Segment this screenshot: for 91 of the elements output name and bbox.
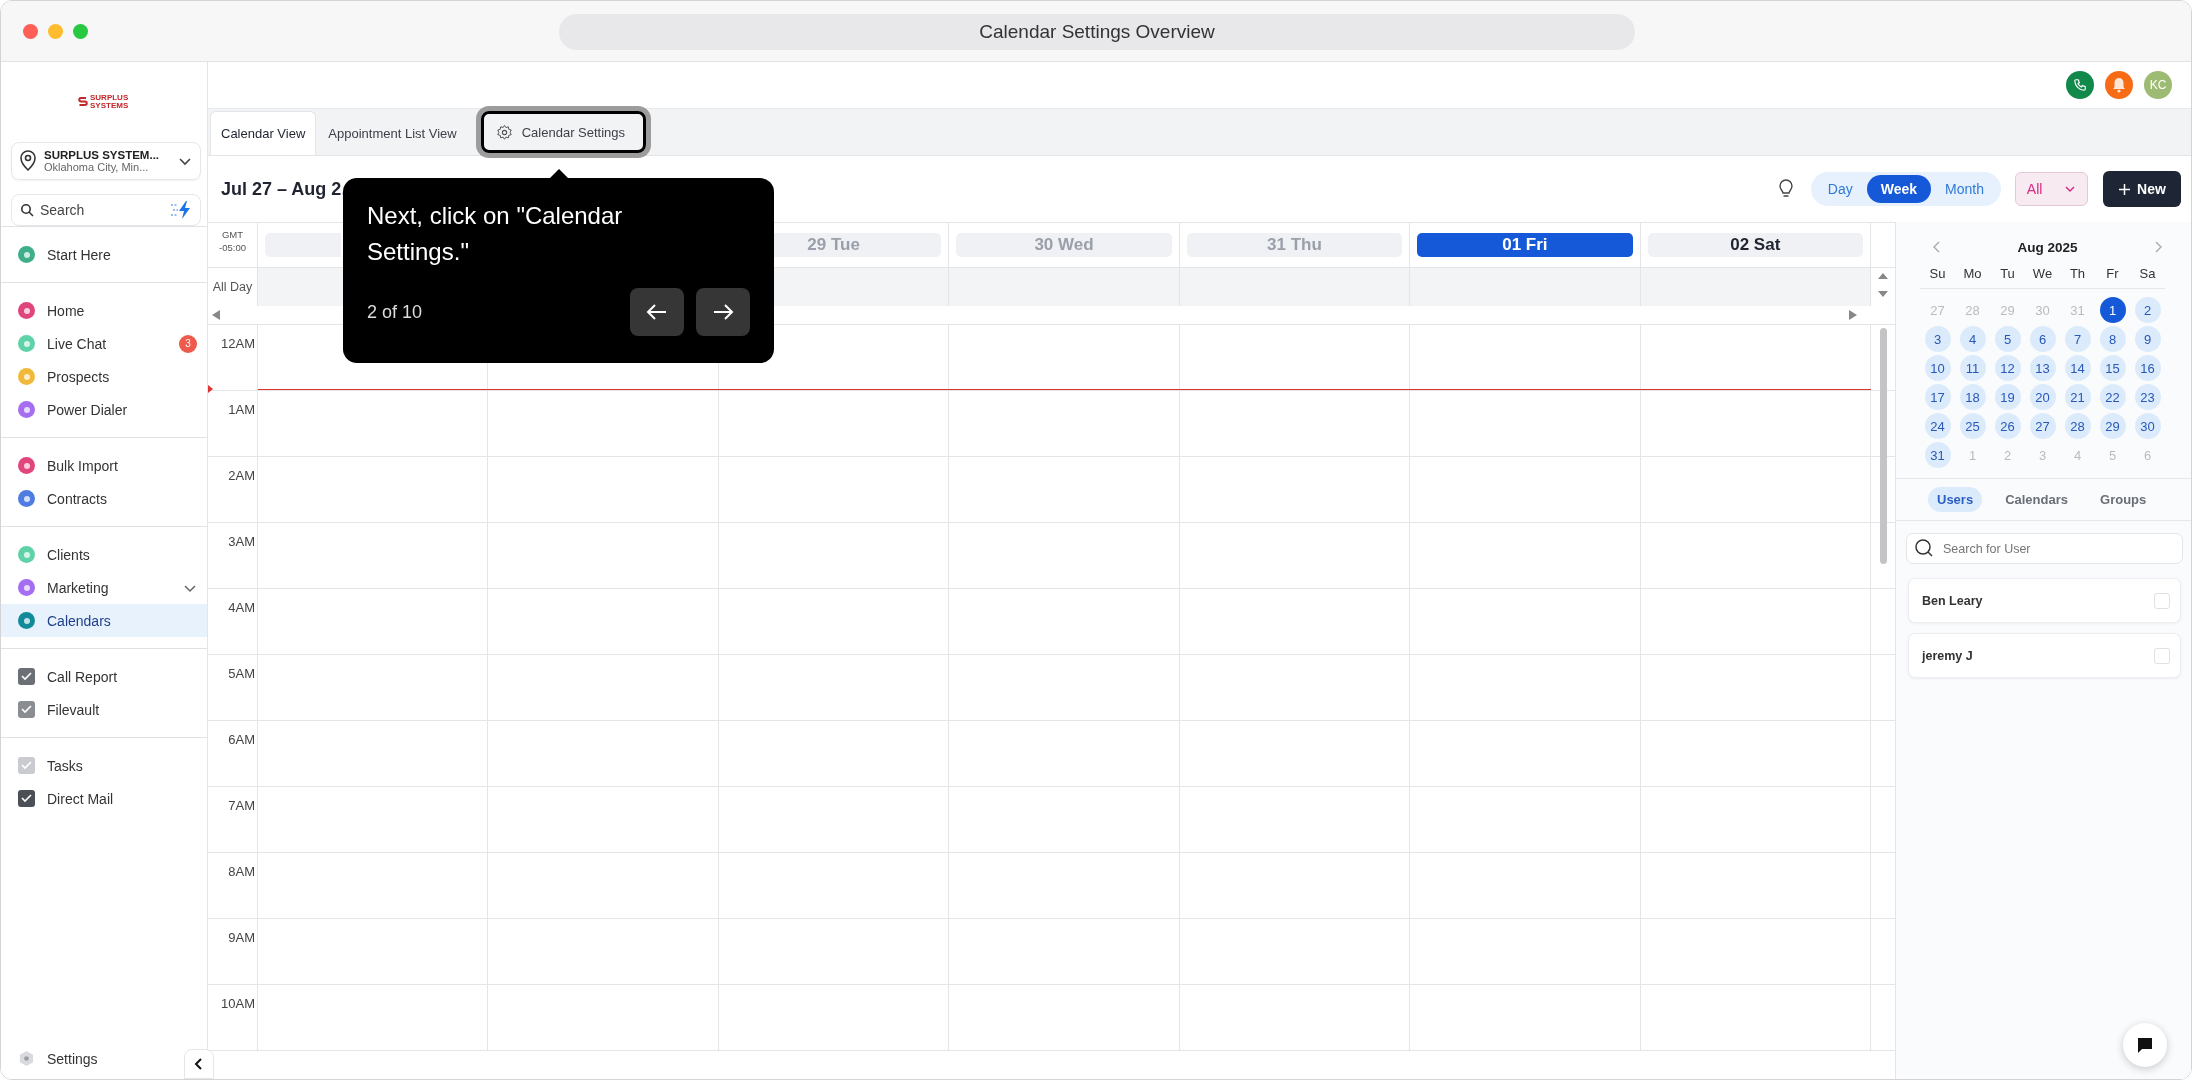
- user-row[interactable]: jeremy J: [1908, 633, 2181, 678]
- calendar-day[interactable]: 2: [2134, 297, 2161, 323]
- sidebar-item[interactable]: Tasks: [1, 749, 207, 782]
- calendar-day[interactable]: 18: [1959, 384, 1986, 410]
- window-title: Calendar Settings Overview: [559, 14, 1635, 50]
- weekday-label: Sa: [2139, 266, 2156, 281]
- sidebar-item[interactable]: Settings: [1, 1042, 121, 1075]
- sidebar-item[interactable]: Start Here: [1, 238, 207, 271]
- calendar-day[interactable]: 3: [1924, 326, 1951, 352]
- calendar-day[interactable]: 23: [2134, 384, 2161, 410]
- day-header[interactable]: 02 Sat: [1647, 233, 1863, 257]
- calendar-day[interactable]: 28: [2064, 413, 2091, 439]
- new-button[interactable]: New: [2103, 171, 2181, 207]
- calendar-day[interactable]: 22: [2099, 384, 2126, 410]
- calendar-day[interactable]: 27: [2029, 413, 2056, 439]
- timezone-label: GMT -05:00: [219, 229, 246, 253]
- sidebar-item[interactable]: Marketing: [1, 571, 207, 604]
- user-row[interactable]: Ben Leary: [1908, 578, 2181, 623]
- count-badge: 3: [179, 334, 197, 353]
- account-selector[interactable]: SURPLUS SYSTEM... Oklahoma City, Min...: [11, 142, 201, 180]
- hour-label: 12AM: [221, 336, 255, 351]
- filter-dropdown[interactable]: All: [2015, 172, 2088, 206]
- search-field[interactable]: Search: [11, 194, 201, 226]
- calendar-day[interactable]: 7: [2064, 326, 2091, 352]
- weekday-label: Fr: [2106, 266, 2119, 281]
- weekday-label: Mo: [1963, 266, 1982, 281]
- tab[interactable]: Users: [1928, 487, 1983, 512]
- weekday-label: Su: [1929, 266, 1946, 281]
- calendar-day[interactable]: 31: [1924, 442, 1951, 468]
- calendar-day[interactable]: 26: [1994, 413, 2021, 439]
- calendar-day[interactable]: 20: [2029, 384, 2056, 410]
- calendar-day[interactable]: 1: [2099, 297, 2126, 323]
- calendar-day[interactable]: 25: [1959, 413, 1986, 439]
- view-toggle[interactable]: Day: [1813, 175, 1867, 203]
- day-header[interactable]: 01 Fri: [1417, 233, 1633, 257]
- logo-text: SURPLUS SYSTEMS: [90, 94, 130, 110]
- sidebar-item[interactable]: Direct Mail: [1, 782, 207, 815]
- calendar-day[interactable]: 16: [2134, 355, 2161, 381]
- calendar-day[interactable]: 19: [1994, 384, 2021, 410]
- tour-message: Next, click on "Calendar Settings.": [367, 201, 624, 267]
- sidebar-item[interactable]: Filevault: [1, 693, 207, 726]
- sidebar-item[interactable]: Home: [1, 294, 207, 327]
- hour-label: 10AM: [221, 996, 255, 1011]
- weekday-label: We: [2032, 266, 2053, 281]
- weekday-label: Th: [2069, 266, 2086, 281]
- calendar-day[interactable]: 8: [2099, 326, 2126, 352]
- calendar-day[interactable]: 5: [1994, 326, 2021, 352]
- tab[interactable]: Calendar View: [210, 111, 317, 155]
- tab[interactable]: Calendars: [1996, 487, 2077, 512]
- hour-label: 6AM: [228, 732, 255, 747]
- hour-label: 9AM: [228, 930, 255, 945]
- hour-label: 4AM: [228, 600, 255, 615]
- all-day-label: All Day: [212, 280, 253, 294]
- month-title: Aug 2025: [2017, 239, 2078, 255]
- search-field[interactable]: Search for User: [1906, 533, 2183, 564]
- sidebar-item[interactable]: Calendars: [1, 604, 207, 637]
- view-toggle[interactable]: Week: [1866, 175, 1932, 203]
- calendar-day[interactable]: 11: [1959, 355, 1986, 381]
- sidebar-item[interactable]: Prospects: [1, 360, 207, 393]
- sidebar-item[interactable]: Contracts: [1, 482, 207, 515]
- sidebar-item[interactable]: Clients: [1, 538, 207, 571]
- hour-label: 1AM: [228, 402, 255, 417]
- calendar-day[interactable]: 6: [2029, 326, 2056, 352]
- calendar-day[interactable]: 9: [2134, 326, 2161, 352]
- calendar-day[interactable]: 30: [2134, 413, 2161, 439]
- weekday-label: Tu: [2000, 266, 2015, 281]
- user-name: jeremy J: [1922, 648, 1973, 663]
- calendar-day[interactable]: 12: [1994, 355, 2021, 381]
- hour-label: 5AM: [228, 666, 255, 681]
- calendar-day[interactable]: 29: [2099, 413, 2126, 439]
- calendar-day[interactable]: 13: [2029, 355, 2056, 381]
- hour-label: 2AM: [228, 468, 255, 483]
- hour-label: 7AM: [228, 798, 255, 813]
- calendar-day[interactable]: 24: [1924, 413, 1951, 439]
- sidebar-item[interactable]: Live Chat 3: [1, 327, 207, 360]
- sidebar-item[interactable]: Bulk Import: [1, 449, 207, 482]
- view-toggle[interactable]: Month: [1931, 175, 1998, 203]
- calendar-day[interactable]: 21: [2064, 384, 2091, 410]
- user-name: Ben Leary: [1922, 593, 1983, 608]
- calendar-day[interactable]: 10: [1924, 355, 1951, 381]
- tab[interactable]: Groups: [2091, 487, 2156, 512]
- hour-label: 8AM: [228, 864, 255, 879]
- tab[interactable]: Appointment List View: [318, 111, 467, 155]
- sidebar-item[interactable]: Power Dialer: [1, 393, 207, 426]
- step-counter: 2 of 10: [367, 301, 424, 323]
- hour-label: 3AM: [228, 534, 255, 549]
- calendar-day[interactable]: 17: [1924, 384, 1951, 410]
- calendar-day[interactable]: 15: [2099, 355, 2126, 381]
- sidebar-item[interactable]: Call Report: [1, 660, 207, 693]
- calendar-day[interactable]: 14: [2064, 355, 2091, 381]
- calendar-day[interactable]: 4: [1959, 326, 1986, 352]
